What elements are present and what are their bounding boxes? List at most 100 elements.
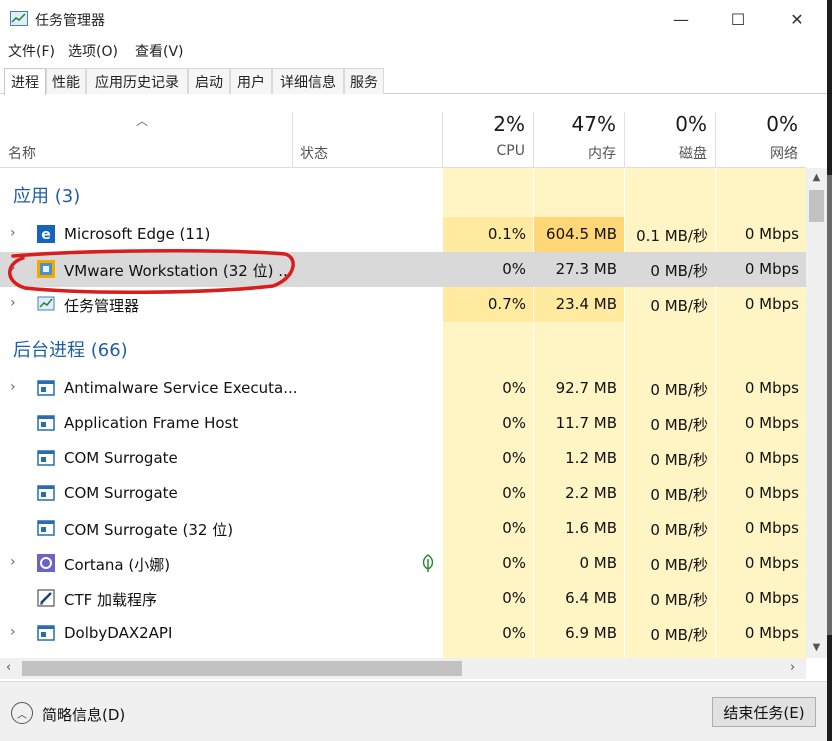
menu-bar: 文件(F) 选项(O) 查看(V) (0, 40, 827, 62)
vertical-scrollbar[interactable]: ▲ ▼ (806, 168, 827, 658)
ctf-icon (37, 589, 55, 607)
network-value: 0 Mbps (744, 554, 799, 572)
disk-value: 0 MB/秒 (650, 381, 708, 399)
tab-app-history[interactable]: 应用历史记录 (86, 68, 188, 94)
disk-usage-total: 0% (675, 112, 707, 136)
process-icon (37, 519, 55, 537)
column-cpu[interactable]: CPU (443, 143, 525, 159)
tab-details[interactable]: 详细信息 (272, 68, 344, 94)
task-manager-window: 任务管理器 — ☐ ✕ 文件(F) 选项(O) 查看(V) 进程 性能 应用历史… (0, 0, 827, 741)
process-row[interactable]: COM Surrogate 0% 2.2 MB 0 MB/秒 0 Mbps (0, 476, 806, 511)
tab-startup[interactable]: 启动 (188, 68, 230, 94)
task-manager-icon (10, 11, 28, 26)
disk-value: 0 MB/秒 (650, 416, 708, 434)
column-name[interactable]: 名称 (8, 143, 36, 163)
group-header-background: 后台进程 (66) (0, 334, 806, 369)
process-name: VMware Workstation (32 位) ... (64, 262, 293, 280)
disk-value: 0 MB/秒 (650, 486, 708, 504)
process-row[interactable]: COM Surrogate 0% 1.2 MB 0 MB/秒 0 Mbps (0, 441, 806, 476)
cpu-value: 0% (502, 379, 526, 397)
process-name: COM Surrogate (32 位) (64, 521, 234, 539)
process-row-edge[interactable]: › e Microsoft Edge (11) 0.1% 604.5 MB 0.… (0, 217, 806, 252)
window-title: 任务管理器 (35, 13, 105, 29)
horizontal-scroll-thumb[interactable] (22, 661, 462, 676)
group-title-background: 后台进程 (66) (13, 340, 128, 361)
tab-processes[interactable]: 进程 (4, 68, 46, 95)
expand-chevron-icon[interactable]: › (10, 260, 16, 276)
title-bar: 任务管理器 — ☐ ✕ (0, 0, 827, 38)
process-name: COM Surrogate (64, 484, 178, 502)
process-row[interactable]: Application Frame Host 0% 11.7 MB 0 MB/秒… (0, 406, 806, 441)
process-list: 应用 (3) › e Microsoft Edge (11) 0.1% 604.… (0, 168, 806, 658)
expand-chevron-icon[interactable]: › (10, 379, 16, 395)
expand-chevron-icon[interactable]: › (10, 554, 16, 570)
process-icon (37, 484, 55, 502)
vmware-icon (37, 260, 55, 278)
svg-text:e: e (41, 227, 51, 243)
process-name: DolbyDAX2API (64, 624, 173, 642)
cpu-value: 0.1% (487, 225, 526, 243)
collapse-up-icon[interactable]: ︿ (11, 702, 33, 724)
process-row[interactable]: › Antimalware Service Executa... 0% 92.7… (0, 371, 806, 406)
process-row[interactable]: COM Surrogate (32 位) 0% 1.6 MB 0 MB/秒 0 … (0, 511, 806, 546)
expand-chevron-icon[interactable]: › (10, 295, 16, 311)
fewer-details-link[interactable]: 简略信息(D) (42, 704, 125, 725)
close-button[interactable]: ✕ (767, 0, 827, 38)
tab-services[interactable]: 服务 (344, 68, 384, 94)
column-network[interactable]: 网络 (716, 143, 798, 163)
process-row[interactable]: › DolbyDAX2API 0% 6.9 MB 0 MB/秒 0 Mbps (0, 616, 806, 651)
network-value: 0 Mbps (744, 519, 799, 537)
memory-value: 27.3 MB (555, 260, 617, 278)
desktop-edge (827, 0, 832, 741)
memory-value: 1.6 MB (565, 519, 617, 537)
scroll-left-icon[interactable]: ‹ (6, 660, 11, 675)
group-title-apps: 应用 (3) (13, 186, 81, 207)
menu-view[interactable]: 查看(V) (135, 41, 184, 61)
end-task-button[interactable]: 结束任务(E) (712, 697, 816, 727)
column-status[interactable]: 状态 (300, 143, 328, 163)
process-name: COM Surrogate (64, 449, 178, 467)
process-name: 任务管理器 (64, 297, 140, 315)
network-value: 0 Mbps (744, 379, 799, 397)
memory-value: 0 MB (579, 554, 617, 572)
minimize-icon: — (673, 9, 689, 29)
vertical-scroll-thumb[interactable] (809, 190, 824, 222)
expand-chevron-icon[interactable]: › (10, 225, 16, 241)
disk-value: 0 MB/秒 (650, 262, 708, 280)
column-disk[interactable]: 磁盘 (625, 143, 707, 163)
cpu-value: 0% (502, 449, 526, 467)
memory-value: 6.9 MB (565, 624, 617, 642)
disk-value: 0.1 MB/秒 (636, 227, 708, 245)
edge-icon: e (37, 225, 55, 243)
memory-value: 604.5 MB (546, 225, 617, 243)
scroll-up-icon[interactable]: ▲ (806, 172, 827, 183)
horizontal-scrollbar[interactable]: ‹ › (0, 658, 806, 679)
process-row[interactable]: CTF 加载程序 0% 6.4 MB 0 MB/秒 0 Mbps (0, 581, 806, 616)
scroll-down-icon[interactable]: ▼ (806, 642, 827, 653)
process-row[interactable]: › Cortana (小娜) 0% 0 MB 0 MB/秒 0 Mbps (0, 546, 806, 581)
maximize-icon: ☐ (730, 9, 746, 29)
network-value: 0 Mbps (744, 589, 799, 607)
network-value: 0 Mbps (744, 295, 799, 313)
menu-options[interactable]: 选项(O) (68, 41, 118, 61)
cpu-value: 0% (502, 414, 526, 432)
scroll-right-icon[interactable]: › (790, 660, 795, 675)
tab-performance[interactable]: 性能 (46, 68, 86, 94)
menu-file[interactable]: 文件(F) (8, 41, 55, 61)
network-value: 0 Mbps (744, 624, 799, 642)
maximize-button[interactable]: ☐ (708, 0, 768, 38)
process-icon (37, 624, 55, 642)
column-memory[interactable]: 内存 (534, 143, 616, 163)
group-header-apps: 应用 (3) (0, 180, 806, 215)
disk-value: 0 MB/秒 (650, 451, 708, 469)
close-icon: ✕ (790, 9, 804, 29)
expand-chevron-icon[interactable]: › (10, 624, 16, 640)
process-icon (37, 449, 55, 467)
tab-users[interactable]: 用户 (230, 68, 272, 94)
cpu-value: 0% (502, 519, 526, 537)
process-row-task-manager[interactable]: › 任务管理器 0.7% 23.4 MB 0 MB/秒 0 Mbps (0, 287, 806, 322)
cpu-value: 0% (502, 260, 526, 278)
minimize-button[interactable]: — (651, 0, 711, 38)
disk-value: 0 MB/秒 (650, 556, 708, 574)
process-row-vmware[interactable]: › VMware Workstation (32 位) ... 0% 27.3 … (0, 252, 806, 287)
